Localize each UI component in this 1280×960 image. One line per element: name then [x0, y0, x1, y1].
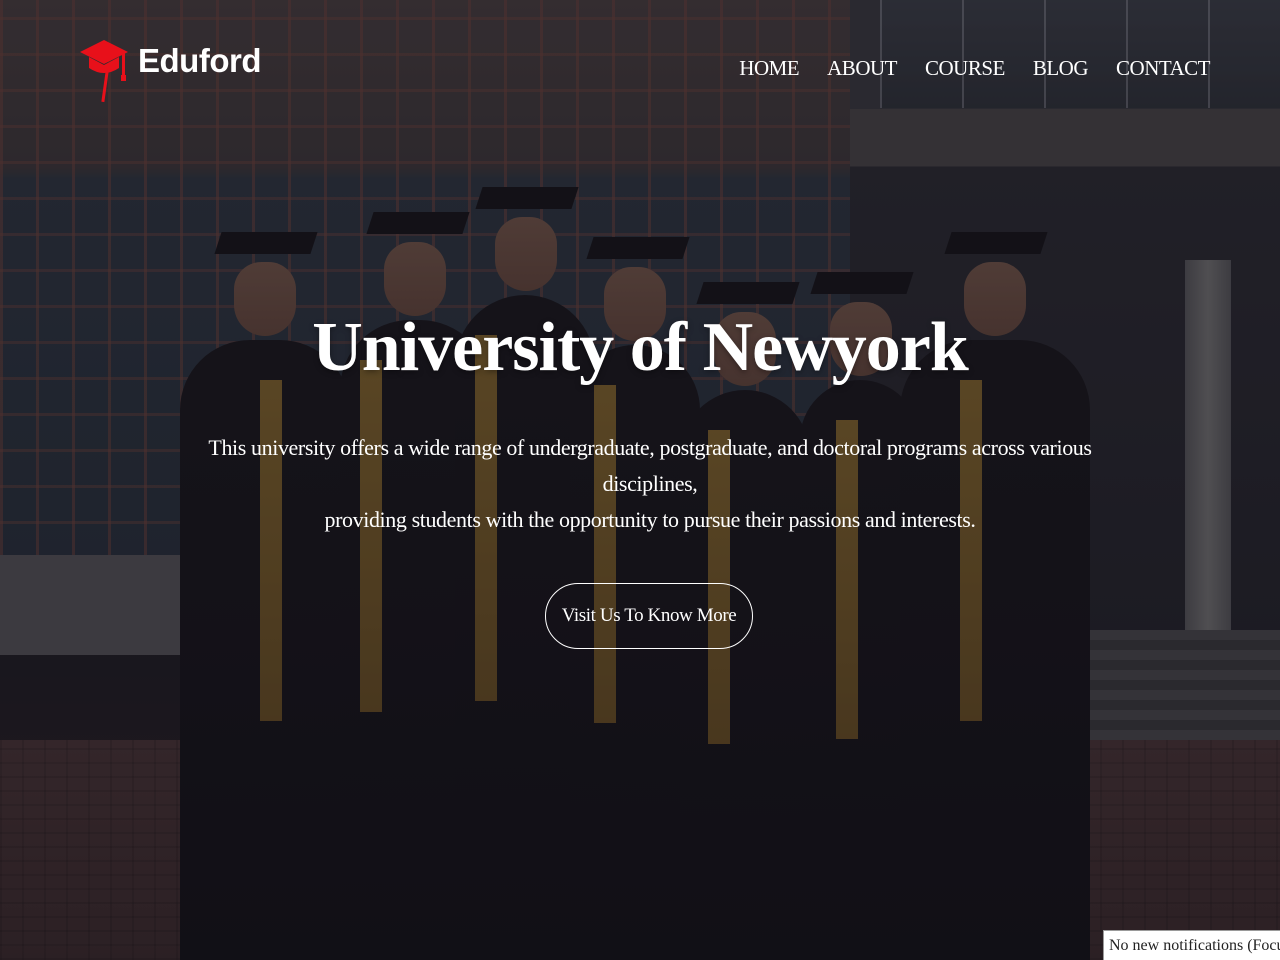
- nav-item-about[interactable]: ABOUT: [827, 56, 897, 81]
- nav-item-contact[interactable]: CONTACT: [1116, 56, 1210, 81]
- nav-item-home[interactable]: HOME: [739, 56, 799, 81]
- visit-us-button[interactable]: Visit Us To Know More: [545, 583, 753, 649]
- notification-toast[interactable]: No new notifications (Focus assi: [1103, 930, 1280, 960]
- background-ground: [0, 740, 1280, 960]
- background-windows: [880, 0, 1280, 108]
- graduation-cap-icon: [80, 40, 128, 103]
- hero-description-line-2: providing students with the opportunity …: [324, 507, 976, 532]
- background-steps: [1030, 630, 1280, 740]
- notification-text: No new notifications (Focus assi: [1109, 937, 1280, 954]
- background-wall: [0, 555, 200, 655]
- nav-item-course[interactable]: COURSE: [925, 56, 1005, 81]
- logo[interactable]: Eduford: [78, 38, 261, 104]
- hero-description: This university offers a wide range of u…: [200, 430, 1100, 538]
- logo-text: Eduford: [138, 42, 261, 79]
- hero-description-line-1: This university offers a wide range of u…: [208, 435, 1092, 496]
- graduate-figure: [340, 212, 490, 960]
- hero-section: Eduford HOME ABOUT COURSE BLOG CONTACT U…: [0, 0, 1280, 960]
- hero-title: University of Newyork: [312, 309, 969, 386]
- nav-item-blog[interactable]: BLOG: [1033, 56, 1089, 81]
- main-nav: HOME ABOUT COURSE BLOG CONTACT: [739, 56, 1210, 81]
